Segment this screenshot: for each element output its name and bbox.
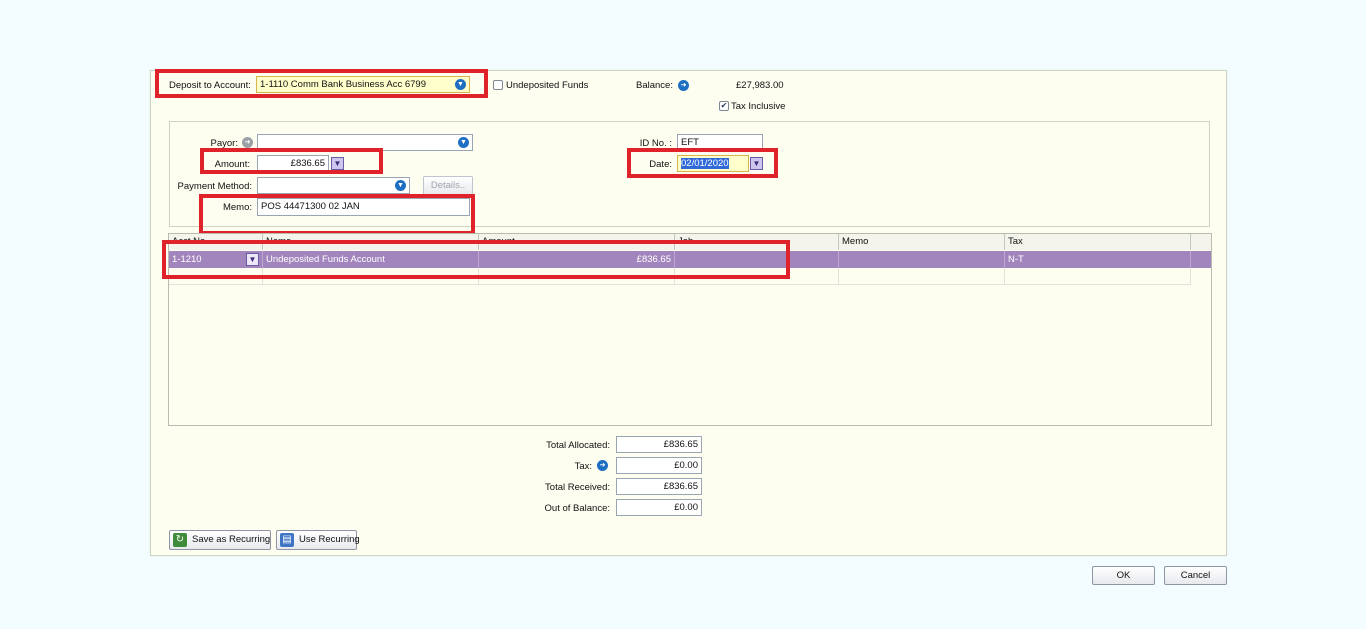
- arrow-right-icon[interactable]: ➜: [242, 137, 253, 148]
- tax-total-label: Tax:: [574, 461, 592, 472]
- cell-memo[interactable]: [839, 251, 1005, 268]
- amount-input[interactable]: £836.65: [257, 155, 329, 172]
- cell-acct[interactable]: 1-1210 ▼: [169, 251, 263, 268]
- use-recurring-label: Use Recurring: [299, 534, 360, 545]
- ok-button[interactable]: OK: [1092, 566, 1155, 585]
- column-header-acct[interactable]: Acct No.: [169, 234, 263, 250]
- out-of-balance-value: £0.00: [616, 499, 702, 516]
- total-received-value: £836.65: [616, 478, 702, 495]
- memo-label: Memo:: [222, 202, 252, 213]
- use-recurring-button[interactable]: ▤ Use Recurring: [276, 530, 360, 550]
- save-as-recurring-label: Save as Recurring: [192, 534, 271, 545]
- details-button[interactable]: Details..: [423, 176, 473, 195]
- empty-cell[interactable]: [263, 268, 479, 285]
- date-value: 02/01/2020: [681, 158, 729, 169]
- payment-method-select[interactable]: ▼: [257, 177, 410, 194]
- date-input[interactable]: 02/01/2020: [677, 155, 749, 172]
- recurring-document-icon: ▤: [280, 533, 294, 547]
- account-dropdown-icon[interactable]: ▼: [246, 253, 259, 266]
- empty-cell[interactable]: [479, 268, 675, 285]
- cell-name[interactable]: Undeposited Funds Account: [263, 251, 479, 268]
- id-number-label: ID No. :: [639, 138, 672, 149]
- empty-cell[interactable]: [169, 268, 263, 285]
- cell-acct-value: 1-1210: [172, 254, 202, 265]
- total-received-label: Total Received:: [545, 482, 610, 493]
- cell-tax[interactable]: N-T: [1005, 251, 1191, 268]
- deposit-account-select[interactable]: 1-1110 Comm Bank Business Acc 6799 ▼: [256, 76, 470, 93]
- total-allocated-value: £836.65: [616, 436, 702, 453]
- out-of-balance-label: Out of Balance:: [544, 503, 610, 514]
- calendar-dropdown-icon[interactable]: ▼: [750, 157, 763, 170]
- date-label: Date:: [649, 159, 672, 170]
- deposit-account-value: 1-1110 Comm Bank Business Acc 6799: [260, 79, 426, 90]
- chevron-down-icon[interactable]: ▼: [455, 79, 466, 90]
- cell-job[interactable]: [675, 251, 839, 268]
- arrow-right-icon[interactable]: ➜: [597, 460, 608, 471]
- column-header-spacer: [1191, 234, 1211, 250]
- empty-cell[interactable]: [1005, 268, 1191, 285]
- column-header-name[interactable]: Name: [263, 234, 479, 250]
- undeposited-funds-checkbox[interactable]: [493, 80, 503, 90]
- balance-value: £27,983.00: [736, 80, 784, 91]
- amount-label: Amount:: [214, 159, 250, 170]
- cell-amount[interactable]: £836.65: [479, 251, 675, 268]
- deposit-to-account-label: Deposit to Account:: [169, 80, 251, 91]
- memo-input[interactable]: POS 44471300 02 JAN: [257, 198, 470, 216]
- save-as-recurring-button[interactable]: ↻ Save as Recurring: [169, 530, 271, 550]
- chevron-down-icon[interactable]: ▼: [395, 180, 406, 191]
- total-allocated-label: Total Allocated:: [546, 440, 610, 451]
- balance-label: Balance:: [636, 80, 673, 91]
- allocation-grid: Acct No. Name Amount Job Memo Tax 1-1210…: [168, 233, 1212, 426]
- recurring-save-icon: ↻: [173, 533, 187, 547]
- tax-total-value: £0.00: [616, 457, 702, 474]
- column-header-tax[interactable]: Tax: [1005, 234, 1191, 250]
- empty-cell[interactable]: [675, 268, 839, 285]
- column-header-amount[interactable]: Amount: [479, 234, 675, 250]
- cancel-button[interactable]: Cancel: [1164, 566, 1227, 585]
- calculator-dropdown-icon[interactable]: ▼: [331, 157, 344, 170]
- payor-label: Payor:: [210, 138, 238, 149]
- payor-input[interactable]: ▼: [257, 134, 473, 151]
- tax-inclusive-checkbox[interactable]: ✔: [719, 101, 729, 111]
- column-header-memo[interactable]: Memo: [839, 234, 1005, 250]
- undeposited-funds-label: Undeposited Funds: [506, 80, 589, 91]
- id-number-input[interactable]: EFT: [677, 134, 763, 151]
- chevron-down-icon[interactable]: ▼: [458, 137, 469, 148]
- payment-method-label: Payment Method:: [177, 181, 252, 192]
- column-header-job[interactable]: Job: [675, 234, 839, 250]
- tax-inclusive-label: Tax Inclusive: [731, 101, 786, 112]
- arrow-right-icon[interactable]: ➜: [678, 80, 689, 91]
- empty-cell[interactable]: [839, 268, 1005, 285]
